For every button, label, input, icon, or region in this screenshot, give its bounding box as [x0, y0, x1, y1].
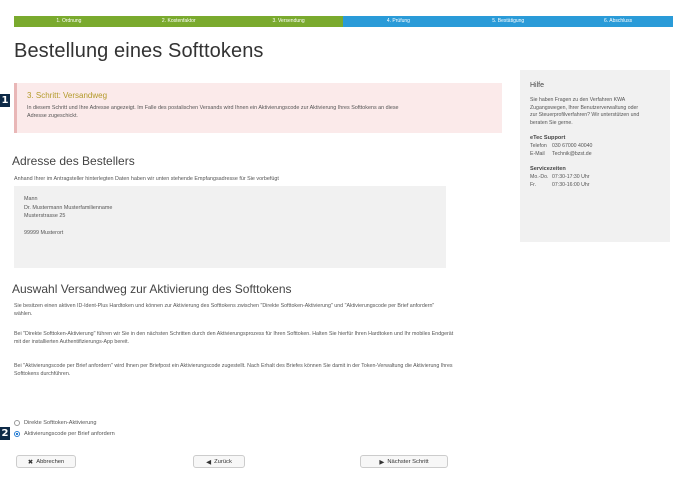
step-4: 4. Prüfung [343, 16, 454, 27]
option-letter-code[interactable]: Aktivierungscode per Brief anfordern [14, 431, 115, 437]
hours-mo-do: Mo.-Do. 07:30-17:30 Uhr [530, 174, 660, 182]
step-5: 5. Bestätigung [453, 16, 564, 27]
help-sidebar: Hilfe Sie haben Fragen zu den Verfahren … [520, 70, 670, 242]
step-info-alert: 3. Schritt: Versandweg In diesem Schritt… [14, 83, 502, 133]
address-city: 99999 Musterort [24, 229, 64, 236]
hours-label: Mo.-Do. [530, 174, 549, 180]
hours-value: 07:30-16:00 Uhr [552, 181, 590, 188]
address-box: Mann Dr. Mustermann Musterfamilienname M… [14, 186, 446, 268]
cancel-button[interactable]: ✖ Abbrechen [16, 455, 76, 468]
option-label: Aktivierungscode per Brief anfordern [24, 431, 115, 437]
next-step-button[interactable]: ▶ Nächster Schritt [360, 455, 448, 468]
chevron-right-icon: ▶ [379, 457, 385, 466]
email-label: E-Mail [530, 150, 545, 157]
radio-letter-code[interactable] [14, 431, 20, 437]
step-2: 2. Kostenfaktor [123, 16, 234, 27]
help-text: Sie haben Fragen zu den Verfahren KWA Zu… [530, 97, 640, 126]
shipping-paragraph-1: Sie besitzen einen aktiven ID-Ident-Plus… [14, 303, 435, 317]
close-icon: ✖ [27, 457, 34, 466]
callout-marker-1: 1 [0, 94, 10, 107]
callout-marker-2: 2 [0, 427, 10, 440]
shipping-paragraph-2: Bei "Direkte Softtoken-Aktivierung" führ… [14, 331, 454, 345]
phone-value: 030 67000 40040 [552, 143, 593, 149]
alert-text: In diesem Schritt und Ihre Adresse angez… [27, 105, 399, 119]
address-heading: Adresse des Bestellers [12, 154, 135, 168]
back-label: Zurück [214, 458, 232, 465]
option-direct-activation[interactable]: Direkte Softtoken-Aktivierung [14, 420, 96, 426]
page-title: Bestellung eines Softtokens [14, 40, 264, 62]
alert-title: 3. Schritt: Versandweg [27, 91, 108, 100]
shipping-paragraph-3: Bei "Aktivierungscode per Brief anforder… [14, 363, 453, 377]
support-phone: Telefon 030 67000 40040 [530, 143, 660, 151]
address-line: Mann [24, 196, 38, 202]
hours-fr: Fr. 07:30-16:00 Uhr [530, 182, 660, 190]
hours-title: Servicezeiten [530, 166, 566, 172]
progress-steps: 1. Ordnung 2. Kostenfaktor 3. Versendung… [14, 16, 673, 27]
next-label: Nächster Schritt [387, 458, 429, 465]
step-3: 3. Versendung [233, 16, 344, 27]
help-title: Hilfe [530, 82, 545, 89]
option-label: Direkte Softtoken-Aktivierung [24, 420, 97, 426]
chevron-left-icon: ◀ [206, 457, 212, 466]
support-title: eTec Support [530, 135, 566, 141]
hours-label: Fr. [530, 181, 537, 188]
email-link[interactable]: Technik@bzst.de [552, 151, 592, 159]
address-intro: Anhand Ihrer im Antragsteller hinterlegt… [14, 176, 279, 182]
support-email: E-Mail Technik@bzst.de [530, 151, 660, 159]
radio-direct-activation[interactable] [14, 420, 20, 426]
cancel-label: Abbrechen [36, 458, 65, 465]
back-button[interactable]: ◀ Zurück [193, 455, 245, 468]
hours-value: 07:30-17:30 Uhr [552, 174, 590, 180]
address-line: Dr. Mustermann Musterfamilienname [24, 204, 113, 211]
address-line: Musterstrasse 25 [24, 213, 66, 219]
step-1: 1. Ordnung [14, 16, 124, 27]
shipping-heading: Auswahl Versandweg zur Aktivierung des S… [12, 282, 292, 296]
phone-label: Telefon [530, 143, 547, 149]
step-6: 6. Abschluss [563, 16, 673, 27]
